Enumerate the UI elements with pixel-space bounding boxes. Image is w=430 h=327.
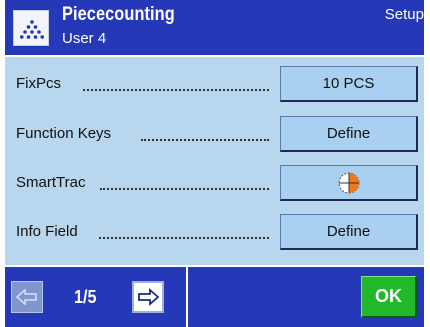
arrow-right-icon (138, 288, 159, 306)
function-keys-define-button[interactable]: Define (280, 116, 418, 152)
footer-bar: 1/5 OK (5, 265, 424, 327)
info-field-define-button[interactable]: Define (280, 214, 418, 250)
setting-label: SmartTrac (16, 174, 86, 191)
screen: Piececounting User 4 Setup FixPcs 10 PCS… (5, 0, 424, 327)
ok-button[interactable]: OK (361, 276, 417, 318)
smarttrac-icon (338, 172, 359, 193)
settings-list: FixPcs 10 PCS Function Keys Define Smart… (5, 55, 424, 265)
setting-row-function-keys: Function Keys Define (5, 112, 424, 156)
page-indicator: 1/5 (74, 287, 97, 307)
user-label: User 4 (62, 30, 107, 47)
dotted-leader (100, 188, 269, 190)
dotted-leader (141, 139, 269, 141)
setting-label: Function Keys (16, 125, 112, 142)
smarttrac-button[interactable] (280, 165, 418, 201)
header: Piececounting User 4 Setup (5, 0, 424, 55)
page-title: Piececounting (62, 4, 175, 25)
next-page-button[interactable] (132, 281, 164, 313)
arrow-left-icon (16, 288, 37, 306)
footer-divider (186, 267, 188, 327)
setting-row-smarttrac: SmartTrac (5, 161, 424, 205)
dotted-leader (99, 237, 269, 239)
piececounting-icon (13, 10, 49, 46)
fixpcs-button[interactable]: 10 PCS (280, 66, 418, 102)
setting-label: FixPcs (16, 75, 61, 92)
dotted-leader (83, 89, 269, 91)
previous-page-button[interactable] (11, 281, 43, 313)
setting-label: Info Field (16, 223, 78, 240)
setting-row-info-field: Info Field Define (5, 210, 424, 254)
mode-label: Setup (384, 6, 424, 23)
setting-row-fixpcs: FixPcs 10 PCS (5, 62, 424, 106)
